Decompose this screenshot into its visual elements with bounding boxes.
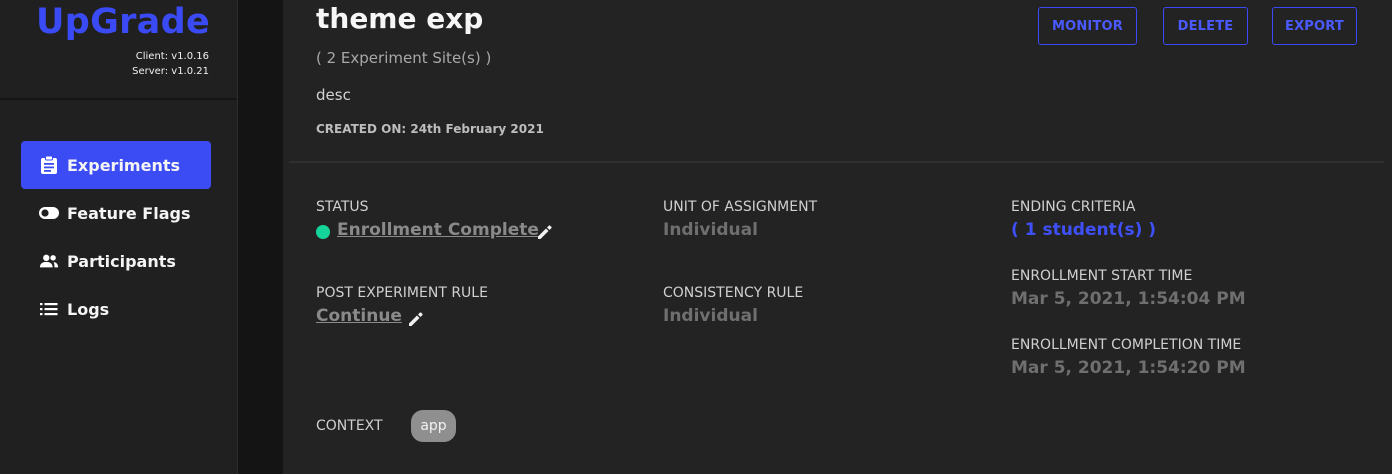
- experiment-description: desc: [316, 86, 351, 104]
- experiment-sites: ( 2 Experiment Site(s) ): [316, 49, 492, 67]
- post-experiment-rule-value[interactable]: Continue: [316, 306, 402, 326]
- status-label: STATUS: [316, 199, 369, 215]
- list-icon: [39, 300, 59, 318]
- status-value[interactable]: Enrollment Complete: [337, 220, 539, 240]
- consistency-rule-label: CONSISTENCY RULE: [663, 285, 804, 301]
- sidebar-item-feature-flags[interactable]: Feature Flags: [21, 189, 211, 237]
- sidebar-item-label: Feature Flags: [67, 203, 191, 223]
- experiment-details-panel: theme exp ( 2 Experiment Site(s) ) desc …: [283, 0, 1392, 474]
- app-logo[interactable]: UpGrade: [36, 2, 210, 42]
- edit-post-rule-icon[interactable]: [408, 311, 424, 327]
- sidebar-item-participants[interactable]: Participants: [21, 237, 211, 285]
- divider: [289, 161, 1384, 163]
- server-version: Server: v1.0.21: [132, 66, 209, 77]
- gutter: [238, 0, 283, 474]
- experiment-title: theme exp: [316, 2, 484, 35]
- created-on: CREATED ON: 24th February 2021: [316, 122, 544, 136]
- experiment-header: theme exp ( 2 Experiment Site(s) ) desc …: [283, 0, 1392, 162]
- brand-area: UpGrade Client: v1.0.16 Server: v1.0.21: [0, 0, 237, 100]
- monitor-button[interactable]: MONITOR: [1038, 7, 1137, 45]
- sidebar-item-label: Participants: [67, 251, 176, 271]
- enrollment-start-value: Mar 5, 2021, 1:54:04 PM: [1011, 289, 1246, 309]
- export-button[interactable]: EXPORT: [1272, 7, 1357, 45]
- people-icon: [39, 252, 59, 270]
- unit-of-assignment-label: UNIT OF ASSIGNMENT: [663, 199, 818, 215]
- ending-criteria-link[interactable]: 1 student(s): [1025, 220, 1143, 240]
- sidebar-item-experiments[interactable]: Experiments: [21, 141, 211, 189]
- sidebar-item-logs[interactable]: Logs: [21, 285, 211, 333]
- ending-criteria-value: ( 1 student(s) ): [1011, 220, 1156, 240]
- context-chip: app: [411, 410, 456, 442]
- enrollment-completion-label: ENROLLMENT COMPLETION TIME: [1011, 337, 1242, 353]
- consistency-rule-value: Individual: [663, 306, 758, 326]
- toggle-icon: [39, 204, 59, 222]
- sidebar-item-label: Logs: [67, 299, 110, 319]
- status-dot: [316, 225, 330, 239]
- enrollment-start-label: ENROLLMENT START TIME: [1011, 268, 1193, 284]
- unit-of-assignment-value: Individual: [663, 220, 758, 240]
- edit-status-icon[interactable]: [537, 224, 553, 240]
- delete-button[interactable]: DELETE: [1163, 7, 1248, 45]
- sidebar-item-label: Experiments: [67, 155, 181, 175]
- ending-criteria-label: ENDING CRITERIA: [1011, 199, 1136, 215]
- ending-close-paren: ): [1142, 220, 1157, 240]
- enrollment-completion-value: Mar 5, 2021, 1:54:20 PM: [1011, 358, 1246, 378]
- context-label: CONTEXT: [316, 418, 383, 434]
- sidebar-nav: Experiments Feature Flags Participants L…: [21, 141, 211, 333]
- client-version: Client: v1.0.16: [135, 51, 209, 62]
- ending-open-paren: (: [1011, 220, 1025, 240]
- post-experiment-rule-label: POST EXPERIMENT RULE: [316, 285, 488, 301]
- clipboard-icon: [39, 155, 59, 174]
- sidebar: UpGrade Client: v1.0.16 Server: v1.0.21 …: [0, 0, 238, 474]
